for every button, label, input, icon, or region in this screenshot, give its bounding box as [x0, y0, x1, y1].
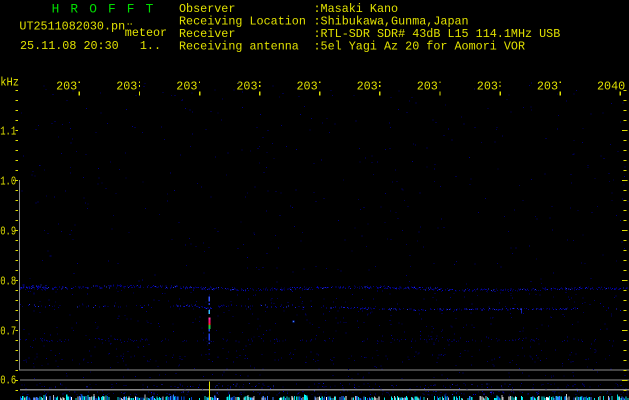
svg-text:25.11.08 20:30 1..: 25.11.08 20:30 1..	[20, 39, 161, 53]
svg-text:203: 203	[297, 79, 318, 93]
svg-text:1.1: 1.1	[0, 125, 16, 139]
svg-text:203: 203	[116, 79, 137, 93]
svg-text:meteor: meteor	[125, 26, 167, 40]
svg-text:203: 203	[357, 79, 378, 93]
svg-text:1.0: 1.0	[0, 175, 16, 189]
svg-text:203: 203	[176, 79, 197, 93]
svg-text:203: 203	[537, 79, 558, 93]
svg-text:2040: 2040	[597, 79, 625, 93]
svg-text:T: T	[146, 2, 154, 17]
svg-text:Receiving antenna: Receiving antenna	[179, 39, 299, 53]
svg-text:203: 203	[417, 79, 438, 93]
svg-text:0.7: 0.7	[0, 325, 16, 339]
svg-text::5el Yagi Az 20 for Aomori VOR: :5el Yagi Az 20 for Aomori VOR	[314, 39, 526, 53]
svg-text:203: 203	[477, 79, 498, 93]
svg-text:F: F	[127, 2, 135, 17]
svg-text:203: 203	[236, 79, 257, 93]
svg-text:203: 203	[56, 79, 77, 93]
svg-text:0.6: 0.6	[0, 373, 16, 387]
svg-text:F: F	[108, 2, 116, 17]
svg-text:R: R	[70, 2, 78, 17]
svg-text:kHz: kHz	[0, 75, 19, 89]
svg-text:O: O	[89, 2, 97, 17]
svg-text:H: H	[52, 2, 60, 17]
svg-text:UT2511082030.pn: UT2511082030.pn	[19, 20, 125, 34]
svg-text:0.8: 0.8	[0, 275, 16, 289]
svg-text:0.9: 0.9	[0, 225, 16, 239]
